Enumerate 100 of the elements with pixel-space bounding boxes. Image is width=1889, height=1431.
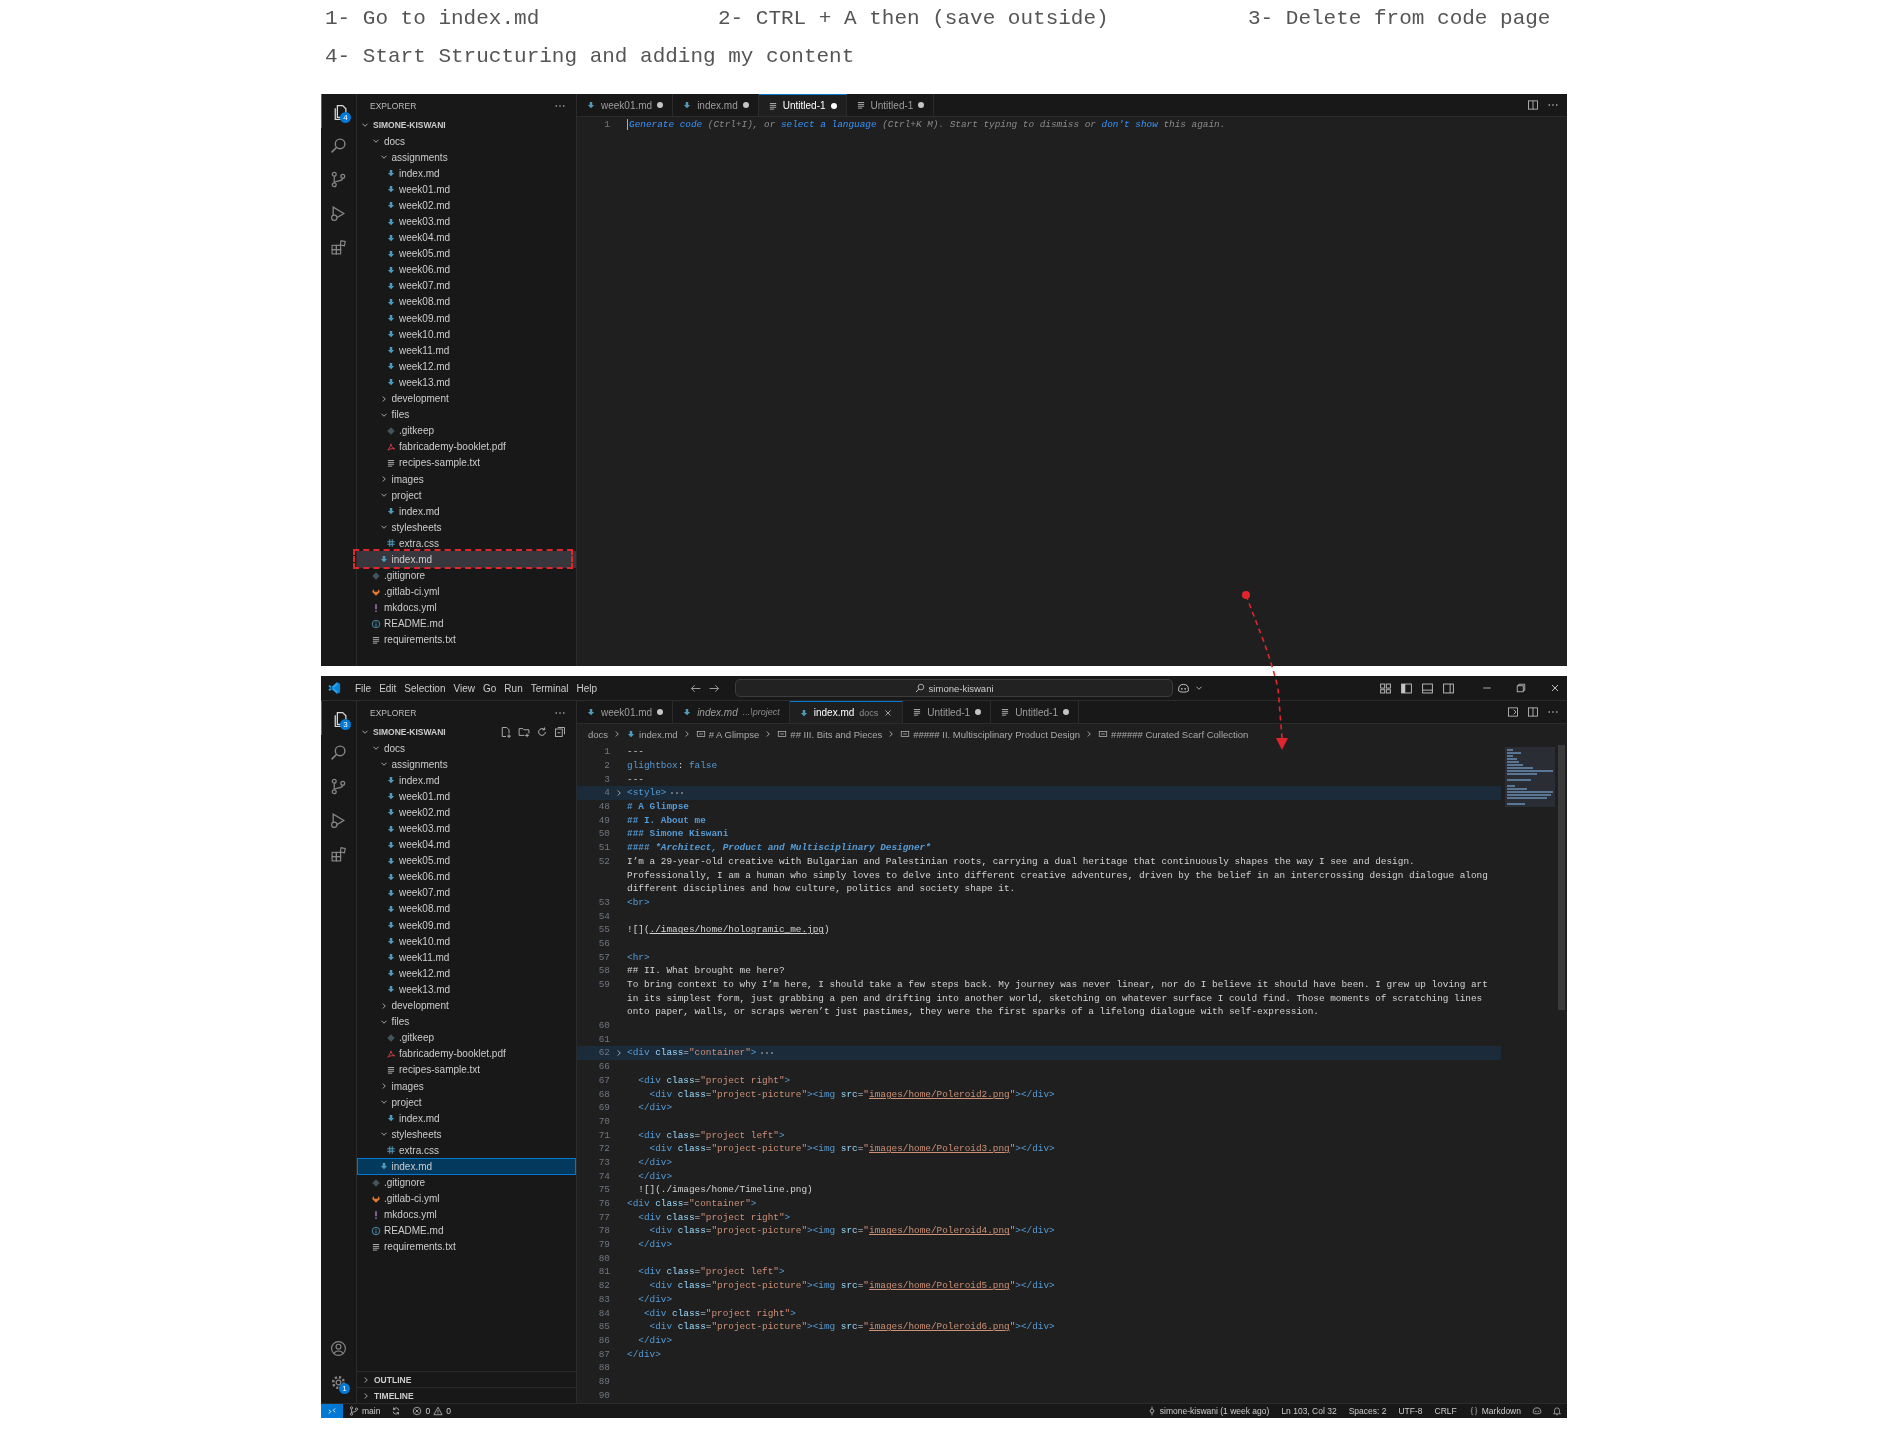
scrollbar-thumb[interactable] <box>1558 745 1565 1010</box>
tree-item[interactable]: week06.md <box>357 868 576 885</box>
tree-item[interactable]: week09.md <box>357 310 576 327</box>
tree-item[interactable]: .gitlab-ci.yml <box>357 1190 576 1207</box>
tree-item[interactable]: week09.md <box>357 917 576 934</box>
account-icon[interactable] <box>330 1339 347 1357</box>
secondary-sidebar-icon[interactable] <box>1442 681 1455 695</box>
restore-icon[interactable] <box>1515 682 1527 694</box>
tree-item[interactable]: week12.md <box>357 965 576 982</box>
breadcrumb[interactable]: index.md <box>626 728 678 740</box>
source-control-icon[interactable] <box>330 777 347 795</box>
problems-button[interactable]: 0 0 <box>406 1406 457 1416</box>
tree-item[interactable]: week07.md <box>357 884 576 901</box>
tree-item[interactable]: week03.md <box>357 820 576 837</box>
tree-item[interactable]: README.md <box>357 615 576 632</box>
tree-item[interactable]: project <box>357 487 576 504</box>
editor-tab[interactable]: Untitled-1 <box>846 94 935 116</box>
tree-item[interactable]: requirements.txt <box>357 631 576 648</box>
tree-item[interactable]: week02.md <box>357 197 576 214</box>
editor-tab[interactable]: Untitled-1 <box>991 701 1079 723</box>
search-icon[interactable] <box>330 136 347 154</box>
tree-item[interactable]: images <box>357 470 576 488</box>
editor-tab[interactable]: week01.md <box>577 701 674 723</box>
split-editor-icon[interactable] <box>1527 706 1539 718</box>
tree-root[interactable]: SIMONE-KISWANI <box>357 727 446 737</box>
line-ending-item[interactable]: CRLF <box>1428 1406 1463 1416</box>
tree-item[interactable]: images <box>357 1077 576 1095</box>
tree-item[interactable]: week10.md <box>357 326 576 343</box>
tree-item[interactable]: week13.md <box>357 981 576 998</box>
tree-item[interactable]: mkdocs.yml <box>357 599 576 616</box>
tree-item[interactable]: week11.md <box>357 949 576 966</box>
tree-item[interactable]: index.md <box>357 551 576 568</box>
menu-item[interactable]: Help <box>572 680 602 696</box>
new-folder-icon[interactable] <box>518 726 530 738</box>
tree-item[interactable]: mkdocs.yml <box>357 1206 576 1223</box>
tree-item[interactable]: requirements.txt <box>357 1238 576 1255</box>
tree-item[interactable]: fabricademy-booklet.pdf <box>357 438 576 455</box>
tree-item[interactable]: index.md <box>357 1110 576 1127</box>
tree-item[interactable]: week11.md <box>357 342 576 359</box>
tree-item[interactable]: index.md <box>357 772 576 789</box>
tree-item[interactable]: .gitignore <box>357 567 576 584</box>
split-editor-icon[interactable] <box>1527 99 1539 111</box>
extensions-icon[interactable] <box>330 845 347 863</box>
search-field[interactable]: simone-kiswani <box>735 679 1174 697</box>
sidebar-toggle-icon[interactable] <box>1400 681 1413 695</box>
tree-item[interactable]: week01.md <box>357 181 576 198</box>
close-icon[interactable] <box>1549 682 1561 694</box>
sync-icon[interactable] <box>391 1406 402 1416</box>
tree-item[interactable]: week13.md <box>357 374 576 391</box>
tree-item[interactable]: week10.md <box>357 933 576 950</box>
cursor-position[interactable]: Ln 103, Col 32 <box>1275 1406 1343 1416</box>
tree-item[interactable]: week02.md <box>357 804 576 821</box>
tree-item[interactable]: .gitkeep <box>357 1029 576 1046</box>
close-icon[interactable] <box>883 707 894 718</box>
tree-item[interactable]: files <box>357 406 576 423</box>
tree-item[interactable]: assignments <box>357 149 576 166</box>
tree-item[interactable]: development <box>357 997 576 1014</box>
tree-item[interactable]: week05.md <box>357 245 576 262</box>
tree-item[interactable]: week06.md <box>357 261 576 278</box>
tree-item[interactable]: fabricademy-booklet.pdf <box>357 1045 576 1062</box>
branch-button[interactable]: main <box>343 1406 387 1416</box>
menu-item[interactable]: Terminal <box>526 680 573 696</box>
editor-tab[interactable]: week01.md <box>577 94 674 116</box>
editor-tab[interactable]: Untitled-1 <box>903 701 992 723</box>
tree-item[interactable]: recipes-sample.txt <box>357 454 576 471</box>
layout-icon[interactable] <box>1379 681 1392 695</box>
copilot-icon[interactable] <box>1532 1406 1542 1416</box>
tree-item[interactable]: index.md <box>357 165 576 182</box>
tree-item[interactable]: week05.md <box>357 852 576 869</box>
breadcrumb[interactable]: ## III. Bits and Pieces <box>777 728 883 740</box>
menu-item[interactable]: Edit <box>375 680 401 696</box>
encoding-item[interactable]: UTF-8 <box>1392 1406 1429 1416</box>
tree-item[interactable]: .gitkeep <box>357 422 576 439</box>
tree-item[interactable]: week08.md <box>357 900 576 918</box>
tree-item[interactable]: week08.md <box>357 293 576 311</box>
language-mode[interactable]: Markdown <box>1462 1406 1527 1416</box>
breadcrumb[interactable]: ###### Curated Scarf Collection <box>1098 728 1249 740</box>
editor-tab[interactable]: Untitled-1 <box>758 94 847 116</box>
tree-item[interactable]: recipes-sample.txt <box>357 1061 576 1078</box>
tree-item[interactable]: extra.css <box>357 535 576 552</box>
run-debug-icon[interactable] <box>330 811 347 829</box>
tree-item[interactable]: stylesheets <box>357 519 576 536</box>
menu-item[interactable]: File <box>351 680 376 696</box>
tree-item[interactable]: index.md <box>357 1158 576 1175</box>
tree-item[interactable]: .gitignore <box>357 1174 576 1191</box>
tree-item[interactable]: week12.md <box>357 358 576 375</box>
menu-item[interactable]: Go <box>479 680 501 696</box>
tree-item[interactable]: week01.md <box>357 788 576 805</box>
tree-item[interactable]: docs <box>357 740 576 757</box>
tree-item[interactable]: extra.css <box>357 1142 576 1159</box>
refresh-icon[interactable] <box>536 726 548 738</box>
tree-item[interactable]: assignments <box>357 756 576 773</box>
copilot-icon[interactable] <box>1177 681 1191 695</box>
tree-root[interactable]: SIMONE-KISWANI <box>357 120 446 130</box>
breadcrumb[interactable]: ##### II. Multisciplinary Product Design <box>900 728 1081 740</box>
tree-item[interactable]: week04.md <box>357 836 576 853</box>
section-header[interactable]: OUTLINE <box>357 1371 576 1387</box>
indentation-item[interactable]: Spaces: 2 <box>1342 1406 1393 1416</box>
tree-item[interactable]: week04.md <box>357 229 576 246</box>
run-debug-icon[interactable] <box>330 204 347 222</box>
